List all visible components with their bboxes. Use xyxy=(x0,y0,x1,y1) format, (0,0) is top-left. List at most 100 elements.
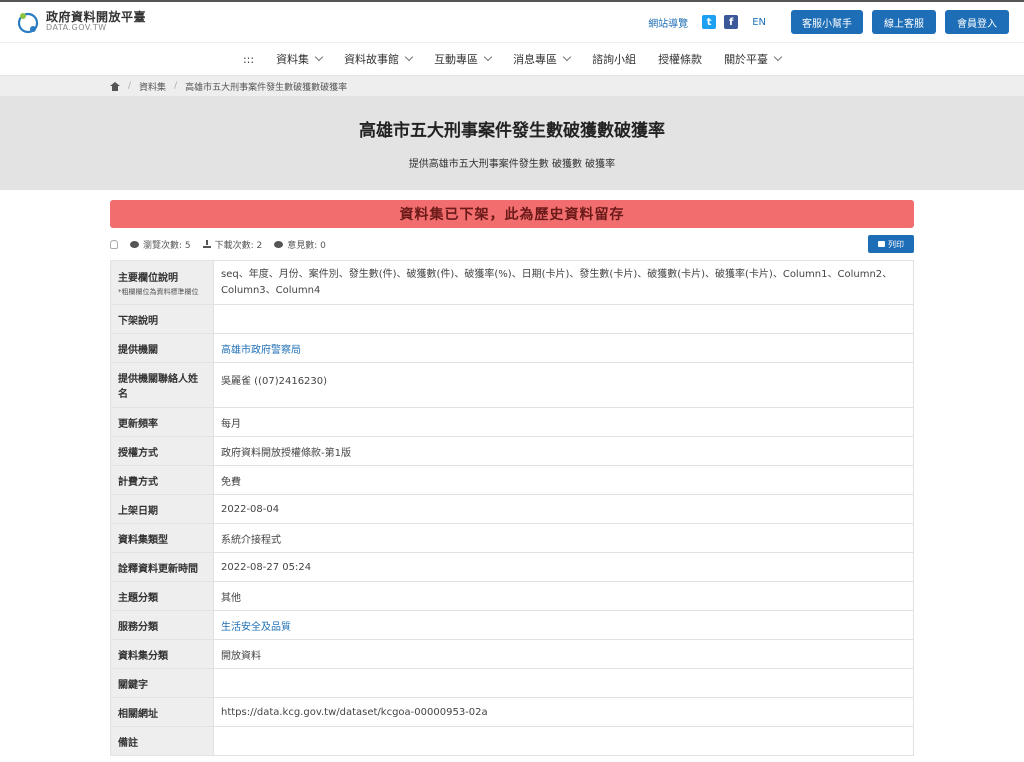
table-row: 備註 xyxy=(110,726,914,756)
published-label: 上架日期 xyxy=(110,494,214,524)
nav-menu-icon[interactable]: ::: xyxy=(243,53,254,66)
breadcrumb-datasets[interactable]: 資料集 xyxy=(139,80,166,93)
license-label: 授權方式 xyxy=(110,436,214,466)
table-row: 資料集分類 開放資料 xyxy=(110,639,914,669)
category-value: 開放資料 xyxy=(213,639,914,669)
nav-item-datasets[interactable]: 資料集 xyxy=(276,51,324,67)
printer-icon xyxy=(878,241,885,247)
downloads-stat: 下載次數: 2 xyxy=(202,238,263,251)
home-icon[interactable] xyxy=(110,81,120,91)
related-url-value[interactable]: https://data.kcg.gov.tw/dataset/kcgoa-00… xyxy=(213,697,914,727)
dataset-type-label: 資料集類型 xyxy=(110,523,214,553)
page-title: 高雄市五大刑事案件發生數破獲數破獲率 xyxy=(359,121,665,141)
site-logo[interactable]: 政府資料開放平臺 DATA.GOV.TW xyxy=(16,10,146,34)
table-row: 服務分類 生活安全及品質 xyxy=(110,610,914,640)
table-row: 下架說明 xyxy=(110,304,914,334)
downloads-count: 下載次數: 2 xyxy=(214,240,263,251)
eye-icon xyxy=(130,240,139,248)
provider-label: 提供機關 xyxy=(110,333,214,363)
service-label: 服務分類 xyxy=(110,610,214,640)
theme-value: 其他 xyxy=(213,581,914,611)
remarks-label: 備註 xyxy=(110,726,214,756)
keywords-value xyxy=(213,668,914,698)
delisted-alert: 資料集已下架，此為歷史資料留存 xyxy=(110,200,914,228)
print-button[interactable]: 列印 xyxy=(868,235,914,253)
main-columns-label: 主要欄位說明 xyxy=(118,272,178,284)
breadcrumb-separator: / xyxy=(174,81,178,91)
frequency-value: 每月 xyxy=(213,407,914,437)
nav-item-advisory[interactable]: 諮詢小組 xyxy=(592,51,636,67)
main-columns-note: *粗欄欄位為資料標準欄位 xyxy=(118,287,199,296)
table-row: 相關網址 https://data.kcg.gov.tw/dataset/kcg… xyxy=(110,697,914,727)
twitter-icon[interactable]: t xyxy=(702,15,717,29)
delist-reason-label: 下架說明 xyxy=(110,304,214,334)
chevron-down-icon xyxy=(562,52,572,62)
chevron-down-icon xyxy=(483,52,493,62)
comment-icon xyxy=(274,240,284,248)
delist-reason-value xyxy=(213,304,914,334)
nav-item-label: 資料集 xyxy=(276,53,310,66)
site-header: 政府資料開放平臺 DATA.GOV.TW 網站導覽 t f EN 客服小幫手 線… xyxy=(0,0,1024,42)
service-link[interactable]: 生活安全及品質 xyxy=(221,622,291,633)
dataset-info-table: 主要欄位說明 *粗欄欄位為資料標準欄位 seq、年度、月份、案件別、發生數(件)、… xyxy=(110,260,914,756)
member-login-button[interactable]: 會員登入 xyxy=(945,10,1009,34)
keywords-label: 關鍵字 xyxy=(110,668,214,698)
table-row: 關鍵字 xyxy=(110,668,914,698)
nav-item-about[interactable]: 關於平臺 xyxy=(724,51,783,67)
facebook-icon[interactable]: f xyxy=(724,15,739,29)
related-url-label: 相關網址 xyxy=(110,697,214,727)
contact-label: 提供機關聯絡人姓名 xyxy=(110,362,214,408)
provider-link[interactable]: 高雄市政府警察局 xyxy=(221,345,301,356)
site-guide-link[interactable]: 網站導覽 xyxy=(648,15,688,30)
breadcrumb-separator: / xyxy=(128,81,132,91)
page-subtitle: 提供高雄市五大刑事案件發生數 破獲數 破獲率 xyxy=(408,159,616,170)
table-row: 主題分類 其他 xyxy=(110,581,914,611)
table-row: 上架日期 2022-08-04 xyxy=(110,494,914,524)
user-icon xyxy=(110,239,118,249)
language-link[interactable]: EN xyxy=(752,17,766,28)
main-columns-value: seq、年度、月份、案件別、發生數(件)、破獲數(件)、破獲率(%)、日期(卡片… xyxy=(213,260,914,305)
dataset-type-value: 系統介接程式 xyxy=(213,523,914,553)
table-row: 詮釋資料更新時間 2022-08-27 05:24 xyxy=(110,552,914,582)
last-updated-value: 2022-08-27 05:24 xyxy=(213,552,914,582)
support-bot-button[interactable]: 客服小幫手 xyxy=(791,10,863,34)
last-updated-label: 詮釋資料更新時間 xyxy=(110,552,214,582)
license-value: 政府資料開放授權條款-第1版 xyxy=(213,436,914,466)
table-row: 授權方式 政府資料開放授權條款-第1版 xyxy=(110,436,914,466)
nav-item-stories[interactable]: 資料故事館 xyxy=(344,51,414,67)
download-icon xyxy=(202,240,211,248)
remarks-value xyxy=(213,726,914,756)
table-row: 主要欄位說明 *粗欄欄位為資料標準欄位 seq、年度、月份、案件別、發生數(件)、… xyxy=(110,260,914,305)
theme-label: 主題分類 xyxy=(110,581,214,611)
logo-icon xyxy=(17,12,39,34)
published-value: 2022-08-04 xyxy=(213,494,914,524)
nav-item-license[interactable]: 授權條款 xyxy=(658,51,702,67)
views-stat: 瀏覽次數: 5 xyxy=(130,238,191,251)
table-row: 更新頻率 每月 xyxy=(110,407,914,437)
nav-item-label: 關於平臺 xyxy=(724,53,769,66)
comments-count: 意見數: 0 xyxy=(287,240,326,251)
nav-item-label: 資料故事館 xyxy=(344,53,400,66)
table-row: 資料集類型 系統介接程式 xyxy=(110,523,914,553)
nav-item-label: 諮詢小組 xyxy=(592,53,637,66)
main-nav: ::: 資料集 資料故事館 互動專區 消息專區 諮詢小組 授權條款 關於平臺 xyxy=(0,42,1024,76)
breadcrumb: / 資料集 / 高雄市五大刑事案件發生數破獲數破獲率 xyxy=(0,76,1024,96)
frequency-label: 更新頻率 xyxy=(110,407,214,437)
nav-item-news[interactable]: 消息專區 xyxy=(513,51,572,67)
chevron-down-icon xyxy=(404,52,414,62)
views-count: 瀏覽次數: 5 xyxy=(143,240,191,251)
logo-subtitle: DATA.GOV.TW xyxy=(46,23,107,33)
fee-value: 免費 xyxy=(213,465,914,495)
nav-item-label: 互動專區 xyxy=(434,53,479,66)
contact-value: 吳麗雀 ((07)2416230) xyxy=(213,362,914,408)
comments-stat: 意見數: 0 xyxy=(274,238,326,251)
field-key: 主要欄位說明 *粗欄欄位為資料標準欄位 xyxy=(110,260,214,305)
stats-bar: 瀏覽次數: 5 下載次數: 2 意見數: 0 列印 xyxy=(110,228,914,260)
nav-item-label: 授權條款 xyxy=(658,53,703,66)
category-label: 資料集分類 xyxy=(110,639,214,669)
title-band: 高雄市五大刑事案件發生數破獲數破獲率 提供高雄市五大刑事案件發生數 破獲數 破獲… xyxy=(0,96,1024,190)
online-support-button[interactable]: 線上客服 xyxy=(872,10,936,34)
nav-item-interaction[interactable]: 互動專區 xyxy=(434,51,493,67)
table-row: 提供機關 高雄市政府警察局 xyxy=(110,333,914,363)
fee-label: 計費方式 xyxy=(110,465,214,495)
